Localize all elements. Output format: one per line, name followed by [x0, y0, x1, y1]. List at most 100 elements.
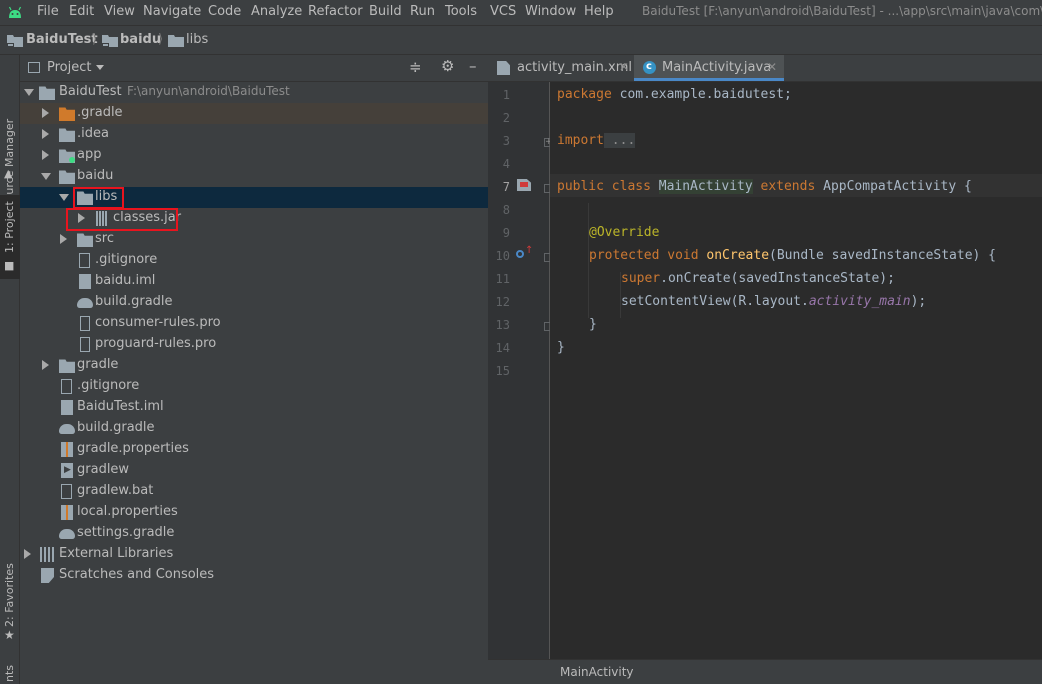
tree-item-app[interactable]: app: [20, 145, 488, 166]
tree-item-label: .gradle: [77, 105, 123, 120]
text-file-icon: [61, 379, 72, 394]
code-line-12: setContentView(R.layout.activity_main);: [621, 294, 927, 309]
indent-guide: [588, 203, 589, 318]
editor-breadcrumb-class[interactable]: MainActivity: [560, 665, 634, 679]
menu-analyze[interactable]: Analyze: [251, 4, 302, 19]
tree-item-local-properties[interactable]: local.properties: [20, 502, 488, 523]
menu-view[interactable]: View: [104, 4, 135, 19]
code-line-9: @Override: [589, 225, 660, 240]
class-letter-icon: c: [646, 61, 652, 72]
project-view-selector[interactable]: Project: [47, 60, 91, 75]
structure-tab[interactable]: nts: [3, 665, 16, 682]
gradle-elephant-icon: [77, 298, 93, 308]
menu-refactor[interactable]: Refactor: [308, 4, 363, 19]
tree-item-label: gradlew: [77, 462, 130, 477]
tree-item-gradle-folder[interactable]: gradle: [20, 355, 488, 376]
properties-file-icon: [61, 442, 73, 457]
menu-navigate[interactable]: Navigate: [143, 4, 201, 19]
menu-file[interactable]: File: [37, 4, 59, 19]
dropdown-arrow-icon[interactable]: [96, 65, 104, 70]
tree-item-label: src: [95, 231, 114, 246]
tree-item-src[interactable]: src: [20, 229, 488, 250]
layout-badge-icon: [520, 182, 528, 187]
line-number: 13: [495, 318, 510, 332]
close-tab-icon[interactable]: ✕: [619, 60, 629, 74]
tree-item-settings-gradle[interactable]: settings.gradle: [20, 523, 488, 544]
expand-arrow-icon[interactable]: [42, 108, 49, 118]
resource-manager-icon: ▲: [4, 167, 13, 180]
tree-item-baidu[interactable]: baidu: [20, 166, 488, 187]
breadcrumb-item-baidutest[interactable]: BaiduTest: [26, 32, 98, 47]
code-line-10: protected void onCreate(Bundle savedInst…: [589, 248, 997, 263]
tree-item-label: .gitignore: [95, 252, 158, 267]
menu-build[interactable]: Build: [369, 4, 402, 19]
line-number: 9: [502, 226, 510, 240]
menu-vcs[interactable]: VCS: [490, 4, 516, 19]
tree-item-root-gitignore[interactable]: .gitignore: [20, 376, 488, 397]
tree-item-label: app: [77, 147, 102, 162]
tab-activity-main-xml[interactable]: activity_main.xml ✕: [488, 55, 634, 81]
hide-panel-icon[interactable]: –: [469, 57, 477, 75]
tree-item-gradlew-bat[interactable]: gradlew.bat: [20, 481, 488, 502]
tree-item-baidutest[interactable]: BaiduTest F:\anyun\android\BaiduTest: [20, 82, 488, 103]
tab-label: activity_main.xml: [517, 60, 633, 75]
expand-arrow-icon[interactable]: [42, 129, 49, 139]
expand-arrow-icon[interactable]: [42, 150, 49, 160]
breadcrumb-item-baidu[interactable]: baidu: [120, 32, 161, 47]
terminal-prompt-icon: ▶: [64, 465, 71, 475]
tree-item-baidu-iml[interactable]: baidu.iml: [20, 271, 488, 292]
tab-mainactivity-java[interactable]: c MainActivity.java ✕: [634, 55, 784, 81]
tree-item-build-gradle[interactable]: build.gradle: [20, 292, 488, 313]
library-module-icon: [59, 170, 75, 184]
tree-item-gradlew[interactable]: ▶ gradlew: [20, 460, 488, 481]
settings-gear-icon[interactable]: ⚙: [441, 57, 454, 75]
project-tab-label: 1: Project: [3, 201, 16, 253]
tree-item-gradle-properties[interactable]: gradle.properties: [20, 439, 488, 460]
tree-item-baidutest-iml[interactable]: BaiduTest.iml: [20, 397, 488, 418]
menu-edit[interactable]: Edit: [69, 4, 94, 19]
line-number: 3: [502, 134, 510, 148]
line-number: 15: [495, 364, 510, 378]
collapse-arrow-icon[interactable]: [41, 173, 51, 180]
favorites-tab[interactable]: 2: Favorites: [3, 563, 16, 627]
tree-item-gitignore[interactable]: .gitignore: [20, 250, 488, 271]
tab-label: MainActivity.java: [662, 60, 772, 75]
scratches-icon: [41, 568, 54, 583]
project-tool-tab[interactable]: 1: Project ■: [0, 195, 20, 279]
code-line-14: }: [557, 340, 565, 355]
expand-arrow-icon[interactable]: [42, 360, 49, 370]
collapse-arrow-icon[interactable]: [24, 89, 34, 96]
code-editor[interactable]: package com.example.baidutest; import ..…: [550, 82, 1042, 659]
tree-item-idea[interactable]: .idea: [20, 124, 488, 145]
close-tab-icon[interactable]: ✕: [767, 60, 777, 74]
line-number: 1: [502, 88, 510, 102]
expand-arrow-icon[interactable]: [60, 234, 67, 244]
tree-item-proguard-rules[interactable]: proguard-rules.pro: [20, 334, 488, 355]
collapse-all-icon[interactable]: ≑: [409, 58, 422, 76]
menu-code[interactable]: Code: [208, 4, 241, 19]
override-method-icon[interactable]: [516, 250, 524, 258]
tree-item-scratches[interactable]: Scratches and Consoles: [20, 565, 488, 586]
tree-item-label: BaiduTest: [59, 84, 122, 99]
tree-item-consumer-rules[interactable]: consumer-rules.pro: [20, 313, 488, 334]
menu-run[interactable]: Run: [410, 4, 435, 19]
tree-item-external-libraries[interactable]: External Libraries: [20, 544, 488, 565]
collapse-arrow-icon[interactable]: [59, 194, 69, 201]
menu-bar: File Edit View Navigate Code Analyze Ref…: [0, 0, 1042, 25]
gradle-elephant-icon: [59, 424, 75, 434]
menu-help[interactable]: Help: [584, 4, 614, 19]
module-file-icon: [61, 400, 73, 415]
gradle-elephant-icon: [59, 529, 75, 539]
line-number: 7: [502, 180, 510, 194]
breadcrumb-item-libs[interactable]: libs: [186, 32, 208, 47]
tree-item-gradle-cache[interactable]: .gradle: [20, 103, 488, 124]
tree-item-root-build-gradle[interactable]: build.gradle: [20, 418, 488, 439]
favorites-star-icon: ★: [4, 628, 15, 642]
menu-tools[interactable]: Tools: [445, 4, 477, 19]
tree-item-label: gradle.properties: [77, 441, 189, 456]
text-file-icon: [80, 337, 90, 352]
expand-arrow-icon[interactable]: [24, 549, 31, 559]
tree-item-label: build.gradle: [77, 420, 155, 435]
tree-item-label: gradle: [77, 357, 119, 372]
menu-window[interactable]: Window: [525, 4, 576, 19]
